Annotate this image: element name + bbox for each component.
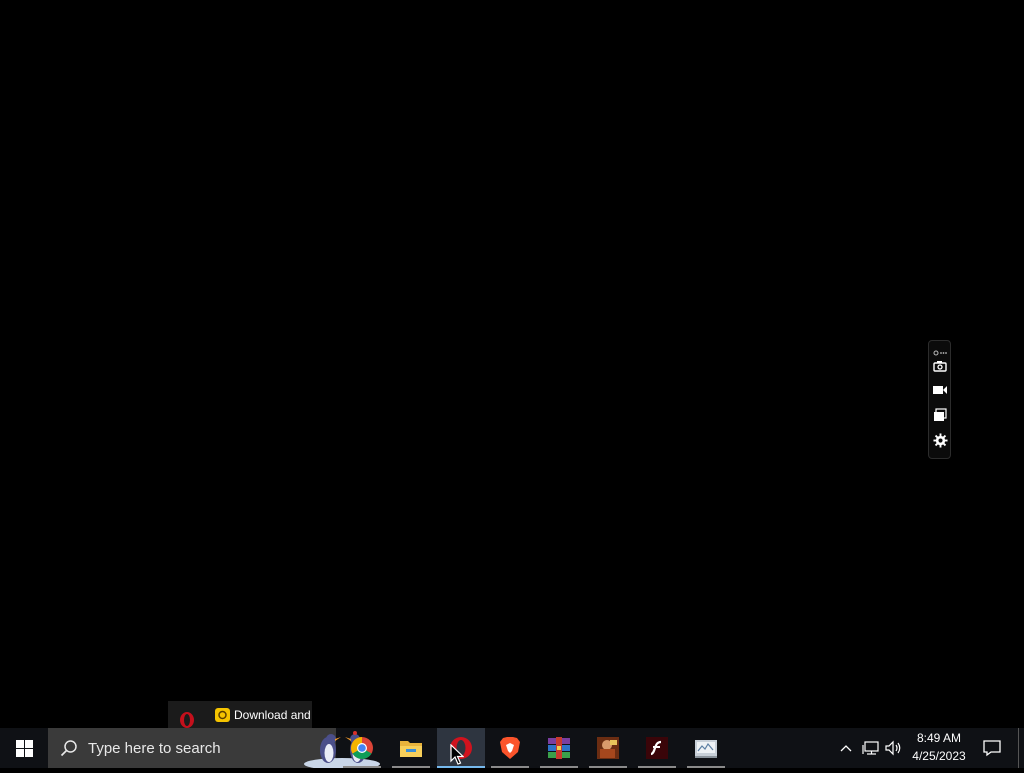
start-button[interactable] [0,728,48,768]
windows-logo-icon [15,739,33,757]
taskbar-app-winrar[interactable] [535,728,583,768]
search-icon [60,739,78,757]
desktop [0,0,1024,728]
video-icon[interactable] [932,382,948,398]
window-icon[interactable] [932,407,948,423]
clock-date: 4/25/2023 [912,749,966,763]
clock[interactable]: 8:49 AM 4/25/2023 [906,728,972,768]
taskbar-app-brave[interactable] [486,728,534,768]
mouse-cursor-icon [450,743,465,766]
taskbar: Type here to search 8:49 AM 4/25/2023 [0,728,1024,770]
flash-icon [646,737,668,759]
opera-icon [178,710,196,728]
volume-icon [885,740,901,756]
download-badge-icon [215,708,230,722]
taskbar-app-game[interactable] [584,728,632,768]
chrome-icon [351,737,373,759]
app-icon [695,740,717,758]
show-hidden-icons-button[interactable] [836,728,856,768]
show-desktop-button[interactable] [1018,728,1024,768]
drag-handle-icon[interactable] [932,344,948,356]
taskbar-app-file-explorer[interactable] [387,728,435,768]
clock-time: 8:49 AM [916,731,962,745]
volume-button[interactable] [884,728,904,768]
taskbar-app-generic[interactable] [682,728,730,768]
preview-title: Download and [234,708,311,722]
taskbar-thumbnail-preview[interactable]: Download and [168,701,312,728]
settings-icon[interactable] [932,432,948,448]
taskbar-app-flash[interactable] [633,728,681,768]
taskbar-app-chrome[interactable] [338,728,386,768]
action-center-button[interactable] [978,728,1006,768]
search-box[interactable]: Type here to search [48,728,380,770]
network-button[interactable] [860,728,882,768]
brave-icon [500,737,520,759]
winrar-icon [548,737,570,759]
folder-icon [400,741,422,757]
game-icon [597,737,619,759]
camera-icon[interactable] [932,358,948,374]
capture-toolbar [928,340,951,459]
search-placeholder: Type here to search [88,740,221,757]
chevron-up-icon [840,745,852,752]
network-icon [862,741,879,755]
notification-icon [983,740,1001,757]
